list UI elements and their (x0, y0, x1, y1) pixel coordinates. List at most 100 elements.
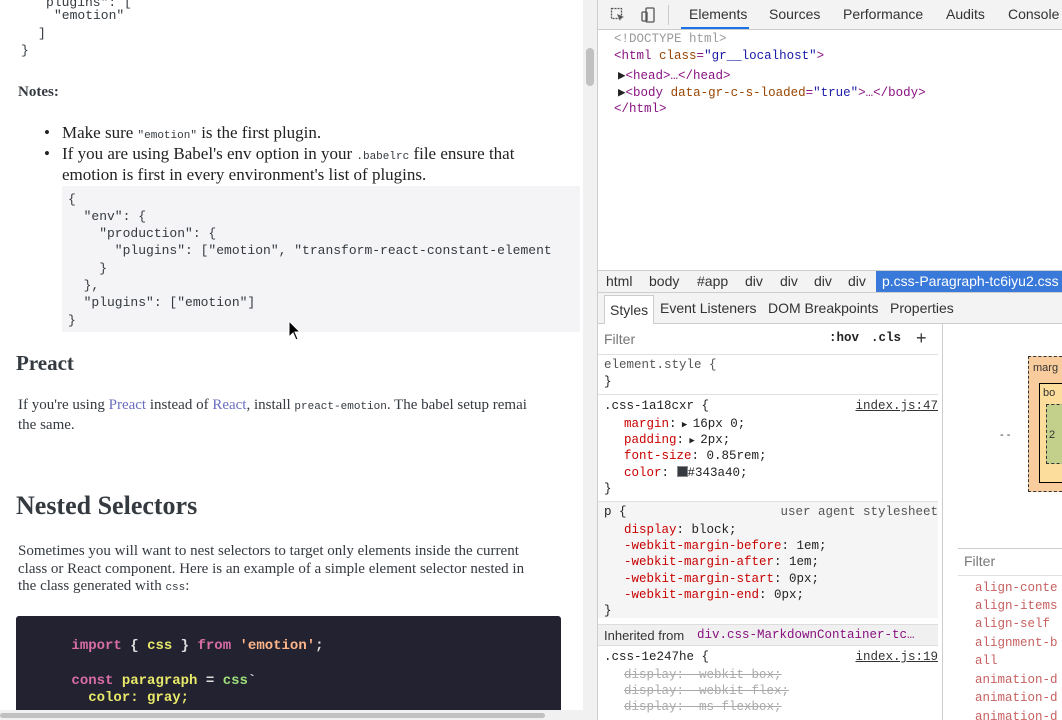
css-property[interactable]: margin: ▶ 16px 0; (624, 417, 745, 431)
tab-styles[interactable]: Styles (604, 295, 655, 324)
inline-code: css (165, 582, 186, 594)
tab-performance[interactable]: Performance (843, 6, 923, 22)
computed-property[interactable]: animation-d (975, 710, 1058, 720)
code-close-brace: } (21, 43, 29, 58)
css-property[interactable]: color: #343a40; (624, 466, 748, 480)
breadcrumb-item[interactable]: div (780, 273, 798, 289)
rule-close: } (604, 482, 612, 496)
computed-property[interactable]: alignment-b (975, 636, 1058, 650)
css-property[interactable]: display: -webkit-flex; (624, 684, 789, 698)
device-toolbar-icon[interactable] (641, 7, 657, 23)
computed-property[interactable]: animation-d (975, 673, 1058, 687)
vertical-scrollbar[interactable] (583, 0, 597, 710)
breadcrumb-selected[interactable]: p.css-Paragraph-tc6iyu2.css (876, 271, 1062, 292)
nested-selectors-heading: Nested Selectors (16, 491, 198, 520)
css-property[interactable]: display: -ms-flexbox; (624, 700, 782, 714)
element-style-selector[interactable]: element.style { (604, 358, 717, 372)
rule-selector[interactable]: .css-1e247he { (604, 650, 709, 664)
computed-property[interactable]: align-items (975, 599, 1058, 613)
react-link[interactable]: React (212, 397, 246, 413)
code-line: "production": { (68, 226, 217, 241)
preact-link[interactable]: Preact (109, 397, 146, 413)
expand-triangle-icon: ▶ (618, 86, 626, 100)
breadcrumb: html body #app div div div div p.css-Par… (598, 270, 1062, 293)
inspect-element-icon[interactable] (610, 7, 626, 23)
box-margin[interactable]: marg bo 2 (1028, 356, 1062, 492)
breadcrumb-item[interactable]: html (606, 273, 632, 289)
rule-selector[interactable]: .css-1a18cxr { (604, 399, 709, 413)
color-swatch[interactable] (676, 466, 688, 477)
expand-triangle-icon: ▶ (618, 69, 626, 83)
tab-elements[interactable]: Elements (689, 6, 747, 22)
dark-code-block: import { css } from 'emotion'; const par… (16, 616, 561, 710)
dom-node-body[interactable]: ▶<body data-gr-c-s-loaded="true">…</body… (618, 84, 926, 100)
computed-property[interactable]: all (975, 654, 998, 668)
mouse-pointer-icon (288, 320, 302, 341)
dom-tree: <!DOCTYPE html> <html class="gr__localho… (598, 30, 1062, 270)
toolbar-divider (668, 5, 669, 25)
rule-close: } (604, 604, 612, 618)
computed-styles-pane: Filter align-conte align-items align-sel… (958, 548, 1062, 720)
inline-code: preact-emotion (294, 401, 387, 413)
code-line: { (68, 192, 76, 207)
css-property: -webkit-margin-start: 0px; (624, 572, 820, 586)
horizontal-scrollbar[interactable] (0, 710, 597, 720)
class-toggle[interactable]: .cls (871, 331, 901, 345)
box-border[interactable]: bo 2 (1039, 383, 1062, 483)
rule-selector[interactable]: p { (604, 505, 627, 519)
computed-property[interactable]: align-self (975, 617, 1050, 631)
code-close-bracket: ] (38, 26, 46, 41)
code-line: "plugins": ["emotion", "transform-react-… (68, 243, 552, 258)
tab-properties[interactable]: Properties (890, 300, 954, 316)
tab-dom-breakpoints[interactable]: DOM Breakpoints (768, 300, 878, 316)
css-property: -webkit-margin-before: 1em; (624, 539, 827, 553)
tab-event-listeners[interactable]: Event Listeners (660, 300, 757, 316)
box-padding[interactable]: 2 (1046, 404, 1062, 464)
computed-property[interactable]: animation-d (975, 691, 1058, 705)
dom-html-close[interactable]: </html> (614, 102, 667, 116)
css-property[interactable]: font-size: 0.85rem; (624, 449, 767, 463)
tab-console[interactable]: Console (1008, 6, 1059, 22)
dom-node-html[interactable]: <html class="gr__localhost"> (614, 49, 824, 63)
code-line: } (68, 313, 76, 328)
breadcrumb-item[interactable]: div (745, 273, 763, 289)
scrollbar-thumb[interactable] (0, 713, 545, 718)
tab-sources[interactable]: Sources (769, 6, 820, 22)
css-property: -webkit-margin-after: 1em; (624, 555, 820, 569)
inline-code: .babelrc (356, 151, 410, 163)
hover-state-toggle[interactable]: :hov (829, 331, 859, 345)
preact-heading: Preact (16, 351, 74, 375)
code-line: }, (68, 278, 100, 293)
preact-paragraph: If you're using Preact instead of React,… (18, 397, 527, 433)
inherited-header: Inherited from div.css-MarkdownContainer… (598, 624, 938, 646)
scrollbar-thumb[interactable] (586, 48, 594, 86)
dom-doctype[interactable]: <!DOCTYPE html> (614, 32, 727, 46)
styles-filter-input[interactable] (604, 330, 794, 348)
tab-audits[interactable]: Audits (946, 6, 985, 22)
dom-node-head[interactable]: ▶<head>…</head> (618, 67, 731, 83)
inline-code: "emotion" (137, 130, 197, 142)
rule-close: } (604, 375, 612, 389)
code-emotion-line: "emotion" (54, 8, 125, 23)
breadcrumb-item[interactable]: div (848, 273, 866, 289)
styles-pane: :hov .cls + element.style { } .css-1a18c… (598, 324, 943, 720)
notes-label: Notes: (18, 84, 59, 100)
new-rule-button[interactable]: + (916, 328, 927, 349)
devtools-tab-bar: Elements Sources Performance Audits Cons… (598, 0, 1062, 30)
box-model-diagram: marg bo 2 - - (958, 324, 1062, 548)
css-property[interactable]: display: -webkit-box; (624, 668, 782, 682)
source-link[interactable]: index.js:19 (855, 650, 938, 664)
source-link[interactable]: index.js:47 (855, 399, 938, 413)
styles-subtab-bar: Styles Event Listeners DOM Breakpoints P… (598, 293, 1062, 324)
inherited-element-link[interactable]: div.css-MarkdownContainer-tc… (697, 628, 915, 642)
nested-paragraph: Sometimes you will want to nest selector… (18, 543, 525, 594)
breadcrumb-item[interactable]: body (649, 273, 679, 289)
computed-filter-input[interactable]: Filter (964, 553, 995, 569)
breadcrumb-item[interactable]: #app (697, 273, 728, 289)
breadcrumb-item[interactable]: div (814, 273, 832, 289)
css-property[interactable]: padding: ▶ 2px; (624, 433, 730, 447)
list-item-continuation: emotion is first in every environment's … (62, 165, 427, 184)
css-property: -webkit-margin-end: 0px; (624, 588, 805, 602)
computed-property[interactable]: align-conte (975, 581, 1058, 595)
user-agent-label: user agent stylesheet (780, 505, 938, 519)
